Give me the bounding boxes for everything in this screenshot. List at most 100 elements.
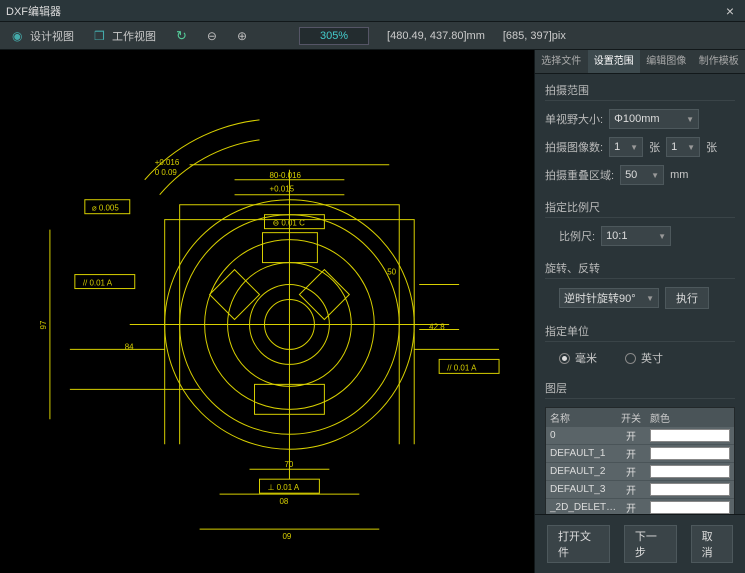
svg-text:+0.016: +0.016 — [155, 158, 180, 167]
layer-color-swatch[interactable] — [646, 446, 734, 461]
layer-table: 名称 开关 颜色 0开DEFAULT_1开DEFAULT_2开DEFAULT_3… — [545, 407, 735, 514]
scale-value: 10:1 — [606, 230, 627, 242]
overlap-value: 50 — [625, 169, 637, 181]
count-y-select[interactable]: 1▼ — [666, 137, 700, 157]
work-view-label: 工作视图 — [112, 28, 156, 44]
svg-text:0 0.09: 0 0.09 — [155, 168, 178, 177]
rotate-option-value: 逆时针旋转90° — [564, 290, 636, 306]
svg-text:09: 09 — [282, 532, 291, 541]
tab-set-range[interactable]: 设置范围 — [588, 50, 641, 73]
cube-icon — [94, 29, 108, 43]
eye-icon — [12, 29, 26, 43]
col-switch: 开关 — [616, 410, 646, 425]
chevron-down-icon: ▼ — [658, 232, 666, 241]
chevron-down-icon: ▼ — [646, 294, 654, 303]
section-layers: 图层 名称 开关 颜色 0开DEFAULT_1开DEFAULT_2开DEFAUL… — [545, 380, 735, 514]
layer-switch: 开 — [616, 428, 646, 443]
layer-color-swatch[interactable] — [646, 500, 734, 514]
fov-value: Φ100mm — [614, 113, 659, 125]
fov-label: 单视野大小: — [545, 111, 603, 127]
svg-text:⊖ 0.01 C: ⊖ 0.01 C — [272, 219, 305, 228]
count-x-unit: 张 — [649, 139, 660, 155]
svg-text:84: 84 — [125, 342, 134, 351]
overlap-select[interactable]: 50 ▼ — [620, 165, 664, 185]
svg-text:42.8: 42.8 — [429, 322, 445, 331]
count-x-select[interactable]: 1▼ — [609, 137, 643, 157]
tab-select-file[interactable]: 选择文件 — [535, 50, 588, 73]
fov-select[interactable]: Φ100mm ▼ — [609, 109, 699, 129]
radio-inch[interactable]: 英寸 — [625, 350, 663, 366]
scale-select[interactable]: 10:1 ▼ — [601, 226, 671, 246]
svg-text:80-0.016: 80-0.016 — [269, 171, 301, 180]
col-color: 颜色 — [646, 409, 734, 426]
layer-name: DEFAULT_2 — [546, 466, 616, 477]
count-y-value: 1 — [671, 141, 677, 153]
open-file-button[interactable]: 打开文件 — [547, 525, 610, 563]
cancel-button[interactable]: 取消 — [691, 525, 733, 563]
panel-tabs: 选择文件 设置范围 编辑图像 制作模板 — [535, 50, 745, 74]
svg-text:// 0.01 A: // 0.01 A — [447, 363, 477, 372]
chevron-down-icon: ▼ — [686, 115, 694, 124]
tab-edit-image[interactable]: 编辑图像 — [640, 50, 693, 73]
radio-dot-icon — [625, 353, 636, 364]
canvas-viewport[interactable]: 97 // 0.01 A // 0.01 A ⊥ 0.01 A ⌀ 0.005 … — [0, 50, 535, 573]
layer-color-swatch[interactable] — [646, 464, 734, 479]
cad-drawing: 97 // 0.01 A // 0.01 A ⊥ 0.01 A ⌀ 0.005 … — [0, 50, 534, 572]
section-unit: 指定单位 毫米 英寸 — [545, 323, 735, 366]
zoom-in-button[interactable] — [231, 27, 253, 45]
layer-switch: 开 — [616, 446, 646, 461]
work-view-button[interactable]: 工作视图 — [88, 26, 162, 46]
svg-text:97: 97 — [39, 320, 48, 329]
scale-label: 比例尺: — [559, 228, 595, 244]
refresh-button[interactable] — [170, 26, 193, 46]
unit-mm-label: 毫米 — [575, 350, 597, 366]
radio-mm[interactable]: 毫米 — [559, 350, 597, 366]
svg-text:// 0.01 A: // 0.01 A — [83, 279, 113, 288]
count-y-unit: 张 — [706, 139, 717, 155]
design-view-button[interactable]: 设计视图 — [6, 26, 80, 46]
toolbar: 设计视图 工作视图 305% [480.49, 437.80]mm [685, … — [0, 22, 745, 50]
layer-row[interactable]: DEFAULT_2开 — [546, 462, 734, 480]
layer-switch: 开 — [616, 500, 646, 514]
layer-row[interactable]: _2D_DELET…开 — [546, 498, 734, 514]
svg-text:08: 08 — [279, 497, 288, 506]
layer-name: 0 — [546, 430, 616, 441]
unit-inch-label: 英寸 — [641, 350, 663, 366]
tab-make-template[interactable]: 制作模板 — [693, 50, 745, 73]
chevron-down-icon: ▼ — [687, 143, 695, 152]
svg-text:50: 50 — [387, 268, 396, 277]
chevron-down-icon: ▼ — [630, 143, 638, 152]
zoom-out-button[interactable] — [201, 27, 223, 45]
svg-text:⊥ 0.01 A: ⊥ 0.01 A — [267, 483, 299, 492]
layer-row[interactable]: 0开 — [546, 426, 734, 444]
titlebar: DXF编辑器 × — [0, 0, 745, 22]
next-button[interactable]: 下一步 — [624, 525, 677, 563]
close-button[interactable]: × — [721, 3, 739, 19]
svg-text:⌀ 0.005: ⌀ 0.005 — [92, 204, 120, 213]
coord-pix: [685, 397]pix — [503, 30, 566, 42]
layer-table-header: 名称 开关 颜色 — [546, 408, 734, 426]
chevron-down-icon: ▼ — [651, 171, 659, 180]
section-capture-range: 拍摄范围 单视野大小: Φ100mm▼ 拍摄图像数: 1▼ 张 1▼ — [545, 82, 735, 185]
svg-text:+0.015: +0.015 — [269, 185, 294, 194]
rotate-option-select[interactable]: 逆时针旋转90° ▼ — [559, 288, 659, 308]
side-panel: 选择文件 设置范围 编辑图像 制作模板 拍摄范围 单视野大小: Φ100mm▼ … — [535, 50, 745, 573]
capture-range-title: 拍摄范围 — [545, 82, 735, 101]
count-x-value: 1 — [614, 141, 620, 153]
layer-row[interactable]: DEFAULT_3开 — [546, 480, 734, 498]
rotate-execute-button[interactable]: 执行 — [665, 287, 709, 309]
rotate-title: 旋转、反转 — [545, 260, 735, 279]
layers-title: 图层 — [545, 380, 735, 399]
layer-color-swatch[interactable] — [646, 482, 734, 497]
image-count-label: 拍摄图像数: — [545, 139, 603, 155]
coord-mm: [480.49, 437.80]mm — [387, 30, 485, 42]
zoom-value[interactable]: 305% — [299, 27, 369, 45]
layer-row[interactable]: DEFAULT_1开 — [546, 444, 734, 462]
layer-name: _2D_DELET… — [546, 502, 616, 513]
section-rotate: 旋转、反转 逆时针旋转90° ▼ 执行 — [545, 260, 735, 309]
layer-switch: 开 — [616, 464, 646, 479]
unit-title: 指定单位 — [545, 323, 735, 342]
col-name: 名称 — [546, 410, 616, 425]
overlap-label: 拍摄重叠区域: — [545, 167, 614, 183]
layer-color-swatch[interactable] — [646, 428, 734, 443]
